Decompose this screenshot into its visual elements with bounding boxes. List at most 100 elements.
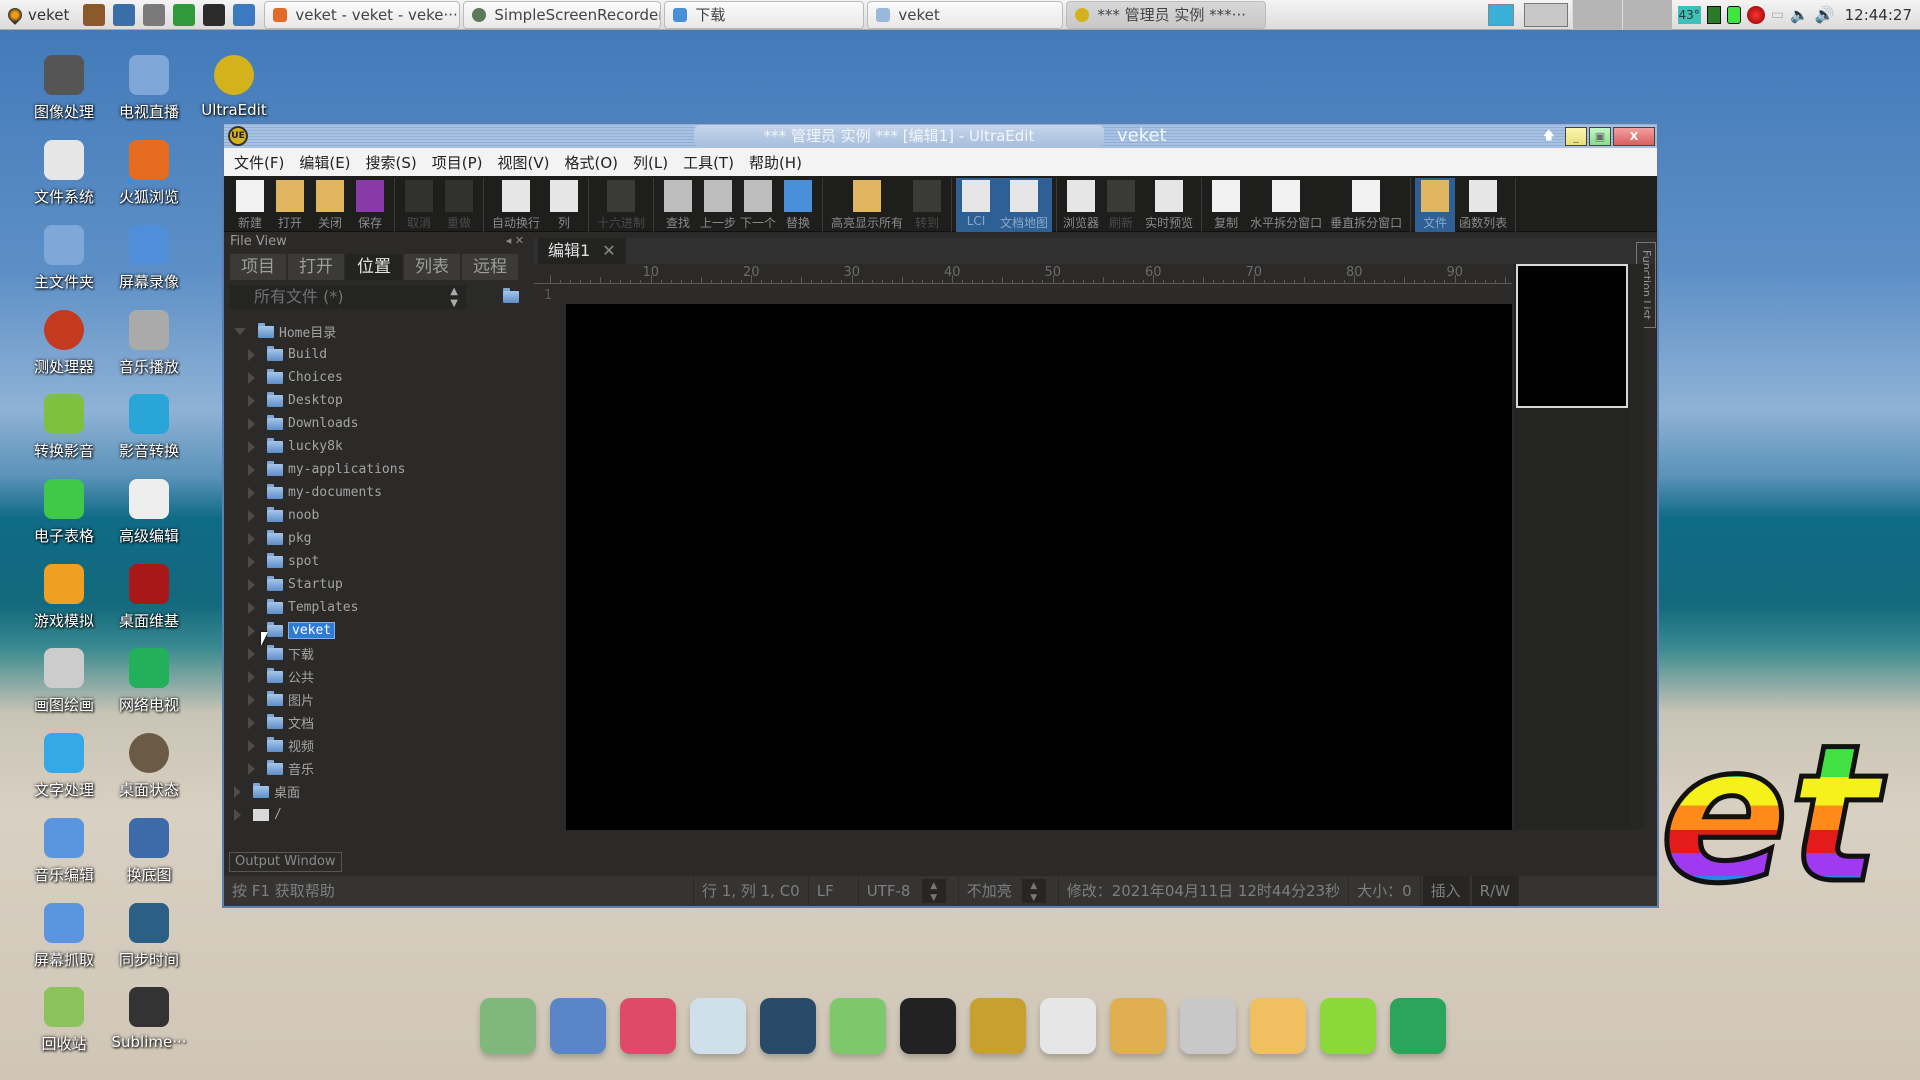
tree-item[interactable]: Choices [232, 366, 528, 389]
desktop-icon[interactable]: 影音转换 [107, 394, 191, 461]
menu-0[interactable]: 文件(F) [234, 152, 284, 173]
document-map[interactable] [1514, 264, 1630, 830]
collapsed-arrow-icon[interactable] [248, 532, 255, 545]
collapsed-arrow-icon[interactable] [248, 348, 255, 361]
file-view-tab[interactable]: 位置 [346, 254, 402, 280]
menu-5[interactable]: 格式(O) [564, 152, 618, 173]
desktop-icon[interactable]: 图像处理 [22, 55, 106, 122]
collapsed-arrow-icon[interactable] [248, 739, 255, 752]
status-position[interactable]: 行 1, 列 1, C0 [694, 876, 809, 906]
tree-item[interactable]: 桌面 [232, 780, 528, 803]
toolbar-new-file-button[interactable]: 新建 [230, 178, 270, 232]
file-view-tab[interactable]: 列表 [404, 254, 460, 280]
toolbar-replace-button[interactable]: 替换 [778, 178, 818, 232]
system-monitor-icon[interactable] [113, 3, 136, 26]
hammer-icon[interactable] [83, 3, 106, 26]
menu-6[interactable]: 列(L) [633, 152, 668, 173]
toolbar-binoculars-button[interactable]: 查找 [658, 178, 698, 232]
editor-tab[interactable]: 编辑1 ✕ [538, 238, 626, 264]
desktop-icon[interactable]: 游戏模拟 [22, 564, 106, 631]
file-view-tab[interactable]: 打开 [288, 254, 344, 280]
close-tab-icon[interactable]: ✕ [602, 238, 615, 264]
menu-4[interactable]: 视图(V) [498, 152, 550, 173]
collapsed-arrow-icon[interactable] [248, 647, 255, 660]
collapsed-arrow-icon[interactable] [248, 716, 255, 729]
tree-item[interactable]: 视频 [232, 734, 528, 757]
desktop-icon[interactable]: 画图绘画 [22, 648, 106, 715]
toolbar-refresh-button[interactable]: 刷新 [1101, 178, 1141, 232]
collapsed-arrow-icon[interactable] [248, 601, 255, 614]
tree-item[interactable]: my-applications [232, 458, 528, 481]
audio-player-icon[interactable] [760, 998, 816, 1054]
desktop-icon[interactable]: 音乐编辑 [22, 818, 106, 885]
toolbar-function-list-button[interactable]: 函数列表 [1455, 178, 1511, 232]
collapsed-arrow-icon[interactable] [248, 486, 255, 499]
tree-item[interactable]: Templates [232, 596, 528, 619]
toolbar-hex-button[interactable]: 十六进制 [593, 178, 649, 232]
toolbar-find-prev-button[interactable]: 上一步 [698, 178, 738, 232]
toolbar-browser-button[interactable]: 浏览器 [1061, 178, 1101, 232]
minimize-button[interactable]: _ [1565, 127, 1587, 146]
paint-icon[interactable] [1110, 998, 1166, 1054]
taskbar-item[interactable]: veket [867, 0, 1064, 29]
volume-icon[interactable]: 🔊 [1815, 5, 1835, 24]
mic-volume-icon[interactable]: 🔈 [1790, 6, 1809, 24]
screenshot-tray-icon[interactable] [1487, 3, 1514, 26]
desktop-icon[interactable]: 音乐播放 [107, 310, 191, 377]
editor-text-area[interactable] [566, 304, 1512, 830]
toolbar-save-button[interactable]: 保存 [350, 178, 390, 232]
collapsed-arrow-icon[interactable] [248, 371, 255, 384]
toolbar-open-folder-button[interactable]: 打开 [270, 178, 310, 232]
collapsed-arrow-icon[interactable] [248, 555, 255, 568]
file-view-tab[interactable]: 项目 [230, 254, 286, 280]
tree-item[interactable]: pkg [232, 527, 528, 550]
toolbar-vsplit-button[interactable]: 垂直拆分窗口 [1326, 178, 1406, 232]
desktop-icon[interactable]: 网络电视 [107, 648, 191, 715]
tree-item[interactable]: lucky8k [232, 435, 528, 458]
menu-3[interactable]: 项目(P) [432, 152, 483, 173]
toolbar-doc-map-button[interactable]: 文档地图 [996, 178, 1053, 232]
desktop-icon[interactable]: 文字处理 [22, 733, 106, 800]
collapsed-arrow-icon[interactable] [248, 762, 255, 775]
taskbar-item[interactable]: *** 管理员 实例 ***··· [1066, 0, 1267, 29]
printer-icon[interactable]: ▭ [1771, 7, 1784, 23]
penguin-icon[interactable] [900, 998, 956, 1054]
toolbar-file-view-button[interactable]: 文件 [1415, 178, 1456, 232]
maximize-button[interactable]: ▣ [1589, 127, 1611, 146]
camera-icon[interactable] [1390, 998, 1446, 1054]
toolbar-word-wrap-button[interactable]: 自动换行 [488, 178, 544, 232]
tree-item[interactable]: 文档 [232, 711, 528, 734]
desktop-icon[interactable]: 主文件夹 [22, 225, 106, 292]
collapsed-arrow-icon[interactable] [248, 509, 255, 522]
menu-2[interactable]: 搜索(S) [366, 152, 417, 173]
encoding-spinner-icon[interactable]: ▲ ▼ [921, 879, 946, 903]
status-line-ending[interactable]: LF [809, 876, 859, 906]
desktop-icon[interactable]: 屏幕抓取 [22, 903, 106, 970]
menu-7[interactable]: 工具(T) [683, 152, 734, 173]
tree-item[interactable]: 下载 [232, 642, 528, 665]
tree-item[interactable]: Home目录 [232, 320, 528, 343]
filter-options-button[interactable] [472, 285, 492, 309]
toolbar-undo-button[interactable]: 取消 [399, 178, 439, 232]
file-view-tab[interactable]: 远程 [462, 254, 518, 280]
media-icon[interactable] [143, 3, 166, 26]
desktop-icon[interactable]: 桌面维基 [107, 564, 191, 631]
notepad-icon[interactable] [690, 998, 746, 1054]
tree-item[interactable]: Startup [232, 573, 528, 596]
tree-item[interactable]: noob [232, 504, 528, 527]
help-icon[interactable] [1320, 998, 1376, 1054]
close-panel-icon[interactable]: ✕ [515, 234, 524, 247]
title-bar[interactable]: UE *** 管理员 实例 *** [编辑1] - UltraEdit veke… [224, 124, 1657, 148]
battery-icon[interactable] [1726, 5, 1741, 24]
current-line-highlight[interactable] [566, 284, 1512, 304]
desktop-icon[interactable]: 屏幕录像 [107, 225, 191, 292]
globe-icon[interactable] [233, 3, 256, 26]
toolbar-redo-button[interactable]: 重做 [439, 178, 479, 232]
ultraedit-app-icon[interactable]: UE [228, 126, 248, 146]
status-insert-mode[interactable]: 插入 [1422, 876, 1470, 906]
arrow-icon[interactable] [173, 3, 196, 26]
collapsed-arrow-icon[interactable] [248, 578, 255, 591]
toolbar-duplicate-window-button[interactable]: 复制 [1206, 178, 1246, 232]
toolbar-highlight-all-button[interactable]: 高亮显示所有 [827, 178, 907, 232]
desktop-icon[interactable]: 火狐浏览 [107, 140, 191, 207]
